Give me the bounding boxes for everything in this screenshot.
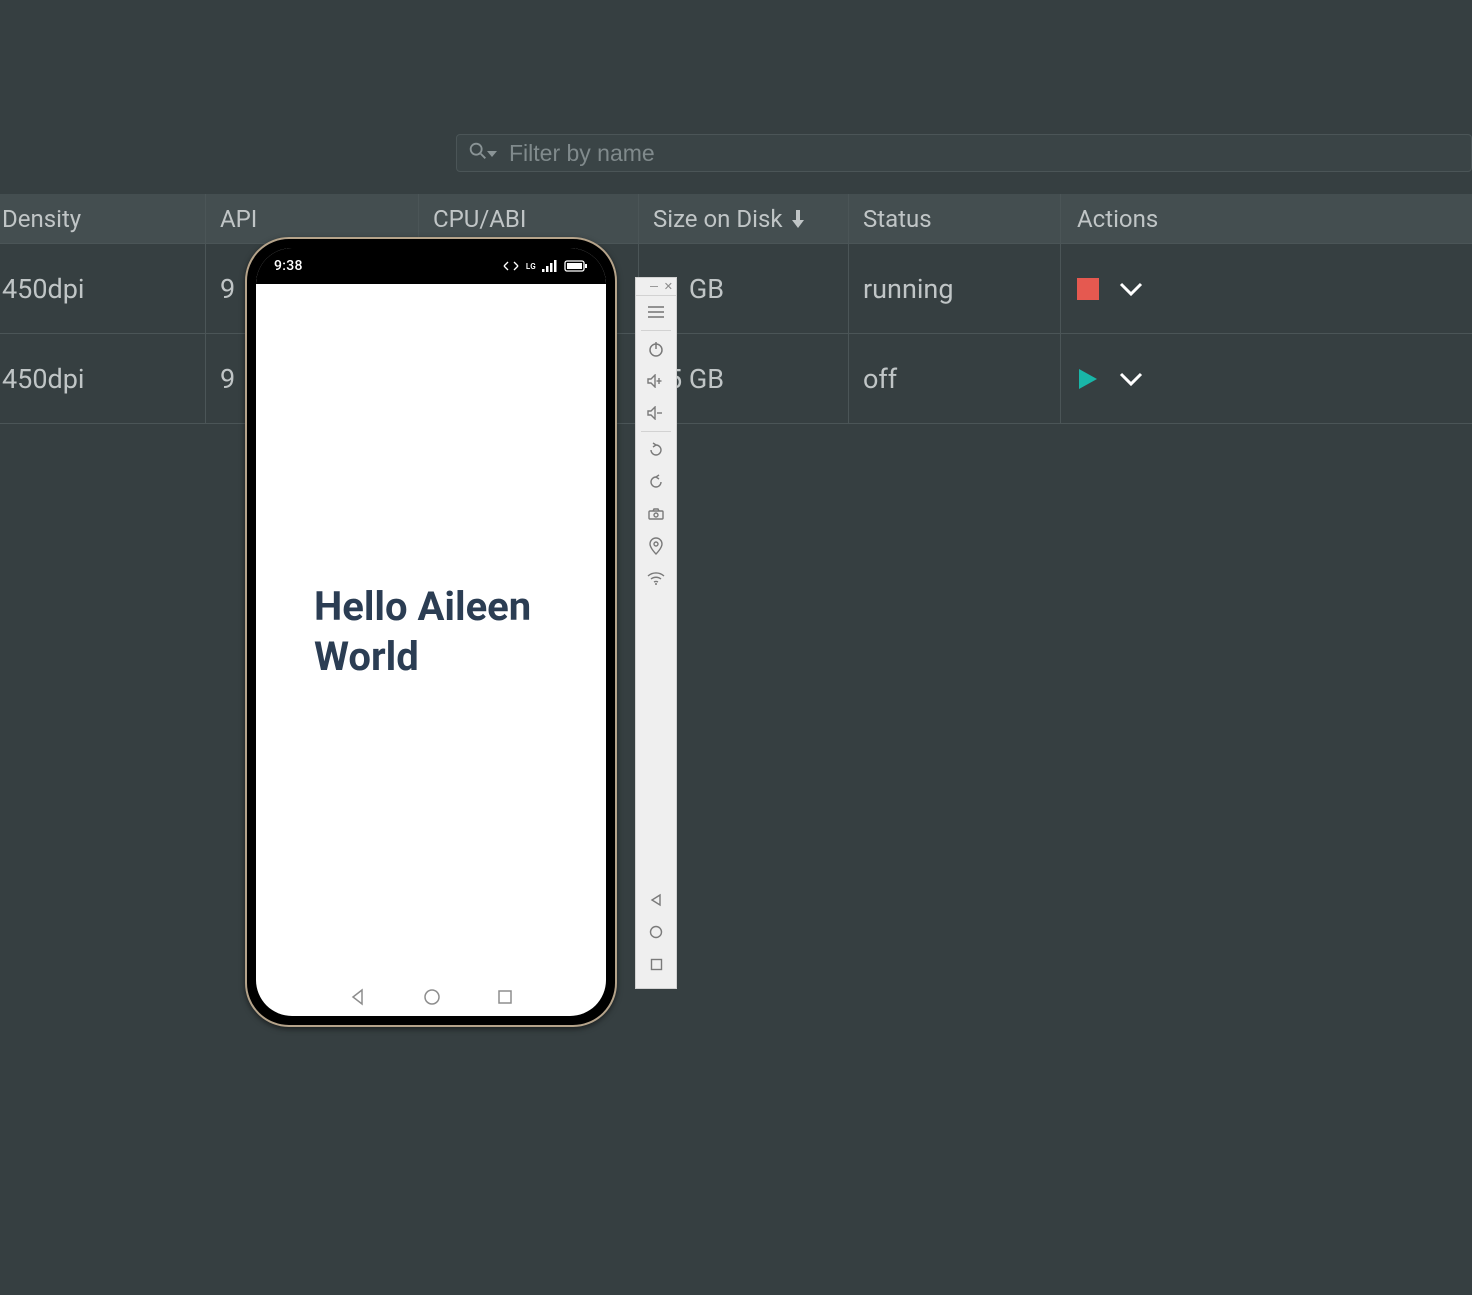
volume-down-icon[interactable] <box>635 397 677 429</box>
col-actions: Actions <box>1061 194 1272 243</box>
stop-button[interactable] <box>1077 278 1099 300</box>
filter-input[interactable] <box>497 140 1461 167</box>
volume-up-icon[interactable] <box>635 365 677 397</box>
more-actions-button[interactable] <box>1119 371 1143 387</box>
col-api[interactable]: API <box>206 194 419 243</box>
table-row[interactable]: 450dpi 9 1 GB running <box>0 244 1472 334</box>
status-icons: LG <box>502 260 588 272</box>
nav-home-button[interactable] <box>635 916 677 948</box>
menu-icon[interactable] <box>635 296 677 328</box>
rotate-left-icon[interactable] <box>635 434 677 466</box>
nav-back-button[interactable] <box>635 884 677 916</box>
cell-status: running <box>849 244 1061 333</box>
debug-icon <box>502 260 520 272</box>
cell-density: 450dpi <box>0 334 206 423</box>
emulator-toolbar: ✕ <box>635 277 677 989</box>
more-actions-button[interactable] <box>1119 281 1143 297</box>
emulator-phone-frame: 9:38 LG Hello <box>245 237 617 1027</box>
status-clock: 9:38 <box>274 258 303 274</box>
cell-status: off <box>849 334 1061 423</box>
cell-actions <box>1061 334 1272 423</box>
close-icon[interactable]: ✕ <box>664 281 673 292</box>
filter-bar <box>456 134 1472 172</box>
col-cpu[interactable]: CPU/ABI <box>419 194 639 243</box>
lte-icon: LG <box>526 262 536 271</box>
dropdown-caret-icon[interactable] <box>487 144 497 163</box>
minimize-icon[interactable] <box>650 286 658 288</box>
location-icon[interactable] <box>635 530 677 562</box>
screenshot-icon[interactable] <box>635 498 677 530</box>
col-size[interactable]: Size on Disk <box>639 194 849 243</box>
battery-icon <box>564 260 588 272</box>
toolbar-window-controls: ✕ <box>636 278 676 296</box>
android-status-bar: 9:38 LG <box>256 248 606 284</box>
device-table: Density API CPU/ABI Size on Disk Status … <box>0 194 1472 424</box>
cell-density: 450dpi <box>0 244 206 333</box>
play-button[interactable] <box>1077 367 1099 391</box>
cell-actions <box>1061 244 1272 333</box>
signal-icon <box>542 260 558 272</box>
nav-recent-icon[interactable] <box>497 989 513 1005</box>
col-status[interactable]: Status <box>849 194 1061 243</box>
android-nav-bar <box>256 981 606 1013</box>
power-icon[interactable] <box>635 333 677 365</box>
nav-home-icon[interactable] <box>423 988 441 1006</box>
hello-text: Hello Aileen World <box>256 582 531 682</box>
table-header: Density API CPU/ABI Size on Disk Status … <box>0 194 1472 244</box>
table-row[interactable]: 450dpi 9 5 GB off <box>0 334 1472 424</box>
phone-screen: 9:38 LG Hello <box>256 248 606 1016</box>
sort-desc-icon <box>791 210 805 228</box>
col-density[interactable]: Density <box>0 194 206 243</box>
rotate-right-icon[interactable] <box>635 466 677 498</box>
nav-back-icon[interactable] <box>349 988 367 1006</box>
nav-recent-button[interactable] <box>635 948 677 980</box>
search-icon <box>467 140 489 166</box>
app-content: Hello Aileen World <box>256 284 606 980</box>
wifi-icon[interactable] <box>635 562 677 594</box>
